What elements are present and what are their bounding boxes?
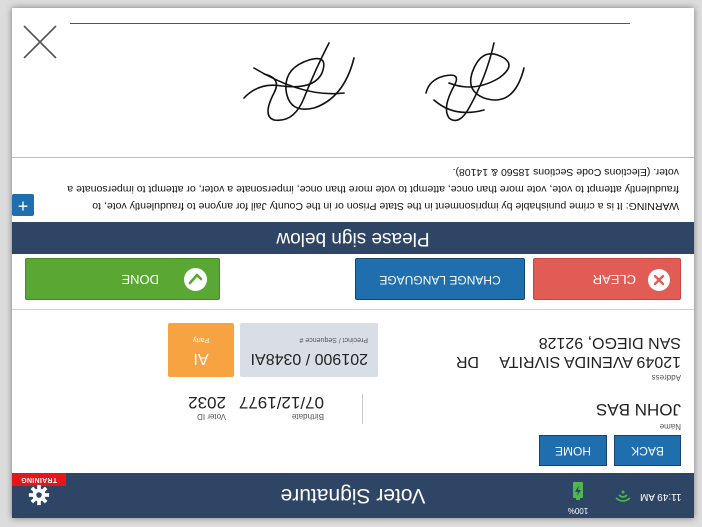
signature-drawing	[243, 42, 525, 122]
clear-button[interactable]: CLEAR	[533, 258, 681, 300]
header-bar: Voter Signature 11:49 AM 100% TRAINING	[12, 473, 694, 518]
wifi-signal-icon	[615, 490, 631, 502]
change-language-button[interactable]: CHANGE LANGUAGE	[355, 258, 525, 300]
precinct-label: Precinct / Sequence #	[299, 336, 369, 343]
address-direction: DR	[455, 353, 479, 370]
birthdate-label: Birthdate	[291, 412, 324, 421]
clock: 11:49 AM	[640, 491, 682, 502]
party-label: Party	[192, 336, 210, 343]
battery-charging-icon	[573, 482, 583, 500]
back-button[interactable]: BACK	[614, 435, 681, 466]
name-label: Name	[659, 422, 681, 431]
voter-id-label: Voter ID	[197, 412, 226, 421]
done-label: DONE	[121, 272, 159, 287]
clear-label: CLEAR	[592, 272, 636, 287]
expand-warning-button[interactable]: +	[12, 194, 34, 216]
battery-percent: 100%	[567, 506, 589, 515]
precinct-value: 201900 / 0348AI	[250, 350, 368, 367]
address-label: Address	[651, 373, 681, 382]
signature-line	[70, 23, 630, 24]
precinct-box: 201900 / 0348AI Precinct / Sequence #	[240, 323, 378, 377]
sign-banner: Please sign below	[12, 222, 694, 254]
address-city: SAN DIEGO, 92128	[538, 334, 681, 351]
signature-divider	[12, 157, 694, 158]
home-button[interactable]: HOME	[539, 435, 607, 466]
voter-signature-screen: Voter Signature 11:49 AM 100% TRAINING B…	[12, 8, 694, 518]
check-circle-icon	[184, 268, 207, 291]
info-divider	[362, 394, 363, 424]
gear-icon[interactable]	[28, 484, 50, 506]
birthdate-value: 07/12/1977	[238, 393, 324, 412]
close-x-icon[interactable]	[20, 22, 60, 62]
party-value: AI	[193, 350, 209, 367]
address-street: 12049 AVENIDA SIVRITA	[499, 353, 681, 370]
voter-name: JOHN BAS	[595, 400, 681, 419]
party-box: AI Party	[168, 323, 234, 377]
voter-id-value: 2032	[188, 393, 226, 412]
legal-warning: WARNING: It is a crime punishable by imp…	[67, 166, 679, 212]
sign-instruction: Please sign below	[276, 228, 430, 249]
done-button[interactable]: DONE	[25, 258, 220, 300]
section-divider	[12, 309, 694, 310]
close-circle-icon	[648, 269, 670, 291]
